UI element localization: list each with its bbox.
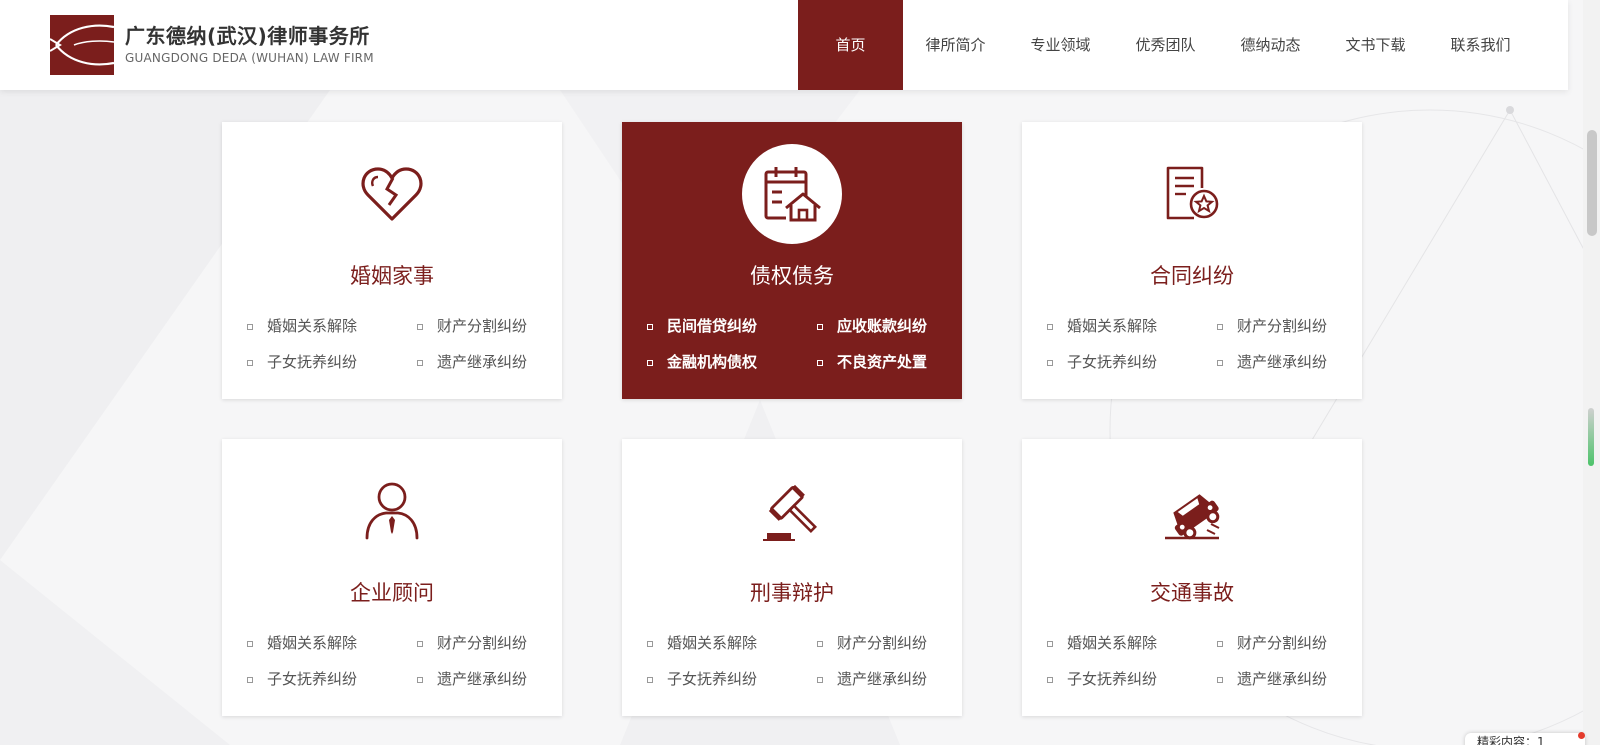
scroll-thumb[interactable] (1587, 130, 1597, 236)
page-scrollbar[interactable] (1583, 0, 1600, 745)
list-item[interactable]: 婚姻关系解除 (1047, 314, 1217, 338)
card-title: 合同纠纷 (1150, 264, 1234, 288)
scroll-progress-indicator (1588, 408, 1594, 466)
list-item[interactable]: 婚姻关系解除 (247, 314, 417, 338)
list-item[interactable]: 财产分割纠纷 (817, 631, 947, 655)
list-item[interactable]: 遗产继承纠纷 (417, 667, 547, 691)
floating-content-tip[interactable]: 精彩内容：1 (1465, 733, 1585, 745)
card-item-list: 婚姻关系解除 财产分割纠纷 子女抚养纠纷 遗产继承纠纷 (247, 631, 547, 691)
nav-downloads[interactable]: 文书下载 (1323, 0, 1428, 90)
practice-card-debt[interactable]: 债权债务 民间借贷纠纷 应收账款纠纷 金融机构债权 不良资产处置 (622, 122, 962, 399)
brand-name-en: GUANGDONG DEDA (WUHAN) LAW FIRM (125, 51, 374, 65)
card-item-list: 婚姻关系解除 财产分割纠纷 子女抚养纠纷 遗产继承纠纷 (647, 631, 947, 691)
list-item[interactable]: 应收账款纠纷 (817, 314, 947, 338)
list-item[interactable]: 子女抚养纠纷 (1047, 350, 1217, 374)
card-title: 婚姻家事 (350, 264, 434, 288)
list-item[interactable]: 婚姻关系解除 (1047, 631, 1217, 655)
practice-card-family[interactable]: 婚姻家事 婚姻关系解除 财产分割纠纷 子女抚养纠纷 遗产继承纠纷 (222, 122, 562, 399)
list-item[interactable]: 子女抚养纠纷 (247, 667, 417, 691)
list-item[interactable]: 婚姻关系解除 (247, 631, 417, 655)
card-title: 交通事故 (1150, 581, 1234, 605)
practice-card-traffic[interactable]: 交通事故 婚姻关系解除 财产分割纠纷 子女抚养纠纷 遗产继承纠纷 (1022, 439, 1362, 716)
brand-name[interactable]: 广东德纳(武汉)律师事务所 (125, 20, 370, 49)
main-nav: 首页 律所简介 专业领域 优秀团队 德纳动态 文书下载 联系我们 (798, 0, 1533, 90)
notification-dot (1578, 732, 1585, 739)
contract-star-icon (1142, 144, 1242, 244)
list-item[interactable]: 婚姻关系解除 (647, 631, 817, 655)
list-item[interactable]: 子女抚养纠纷 (647, 667, 817, 691)
card-title: 企业顾问 (350, 581, 434, 605)
card-item-list: 婚姻关系解除 财产分割纠纷 子女抚养纠纷 遗产继承纠纷 (247, 314, 547, 374)
list-item[interactable]: 遗产继承纠纷 (1217, 667, 1347, 691)
list-item[interactable]: 遗产继承纠纷 (1217, 350, 1347, 374)
list-item[interactable]: 金融机构债权 (647, 350, 817, 374)
list-item[interactable]: 财产分割纠纷 (417, 314, 547, 338)
site-header: 广东德纳(武汉)律师事务所 GUANGDONG DEDA (WUHAN) LAW… (0, 0, 1568, 90)
car-crash-icon (1142, 461, 1242, 561)
nav-practice-areas[interactable]: 专业领域 (1008, 0, 1113, 90)
list-item[interactable]: 不良资产处置 (817, 350, 947, 374)
businessman-icon (342, 461, 442, 561)
list-item[interactable]: 财产分割纠纷 (1217, 314, 1347, 338)
nav-contact[interactable]: 联系我们 (1428, 0, 1533, 90)
nav-home[interactable]: 首页 (798, 0, 903, 90)
practice-card-contract[interactable]: 合同纠纷 婚姻关系解除 财产分割纠纷 子女抚养纠纷 遗产继承纠纷 (1022, 122, 1362, 399)
list-item[interactable]: 子女抚养纠纷 (247, 350, 417, 374)
gavel-icon (742, 461, 842, 561)
practice-card-criminal[interactable]: 刑事辩护 婚姻关系解除 财产分割纠纷 子女抚养纠纷 遗产继承纠纷 (622, 439, 962, 716)
nav-team[interactable]: 优秀团队 (1113, 0, 1218, 90)
card-title: 刑事辩护 (750, 581, 834, 605)
nav-news[interactable]: 德纳动态 (1218, 0, 1323, 90)
nav-about[interactable]: 律所简介 (903, 0, 1008, 90)
card-item-list: 婚姻关系解除 财产分割纠纷 子女抚养纠纷 遗产继承纠纷 (1047, 314, 1347, 374)
list-item[interactable]: 子女抚养纠纷 (1047, 667, 1217, 691)
card-item-list: 婚姻关系解除 财产分割纠纷 子女抚养纠纷 遗产继承纠纷 (1047, 631, 1347, 691)
card-item-list: 民间借贷纠纷 应收账款纠纷 金融机构债权 不良资产处置 (647, 314, 947, 374)
list-item[interactable]: 财产分割纠纷 (1217, 631, 1347, 655)
firm-logo[interactable] (50, 15, 114, 75)
list-item[interactable]: 遗产继承纠纷 (417, 350, 547, 374)
practice-card-corporate[interactable]: 企业顾问 婚姻关系解除 财产分割纠纷 子女抚养纠纷 遗产继承纠纷 (222, 439, 562, 716)
list-item[interactable]: 民间借贷纠纷 (647, 314, 817, 338)
broken-heart-icon (342, 144, 442, 244)
card-title: 债权债务 (750, 264, 834, 288)
list-item[interactable]: 财产分割纠纷 (417, 631, 547, 655)
list-item[interactable]: 遗产继承纠纷 (817, 667, 947, 691)
calendar-house-icon (742, 144, 842, 244)
